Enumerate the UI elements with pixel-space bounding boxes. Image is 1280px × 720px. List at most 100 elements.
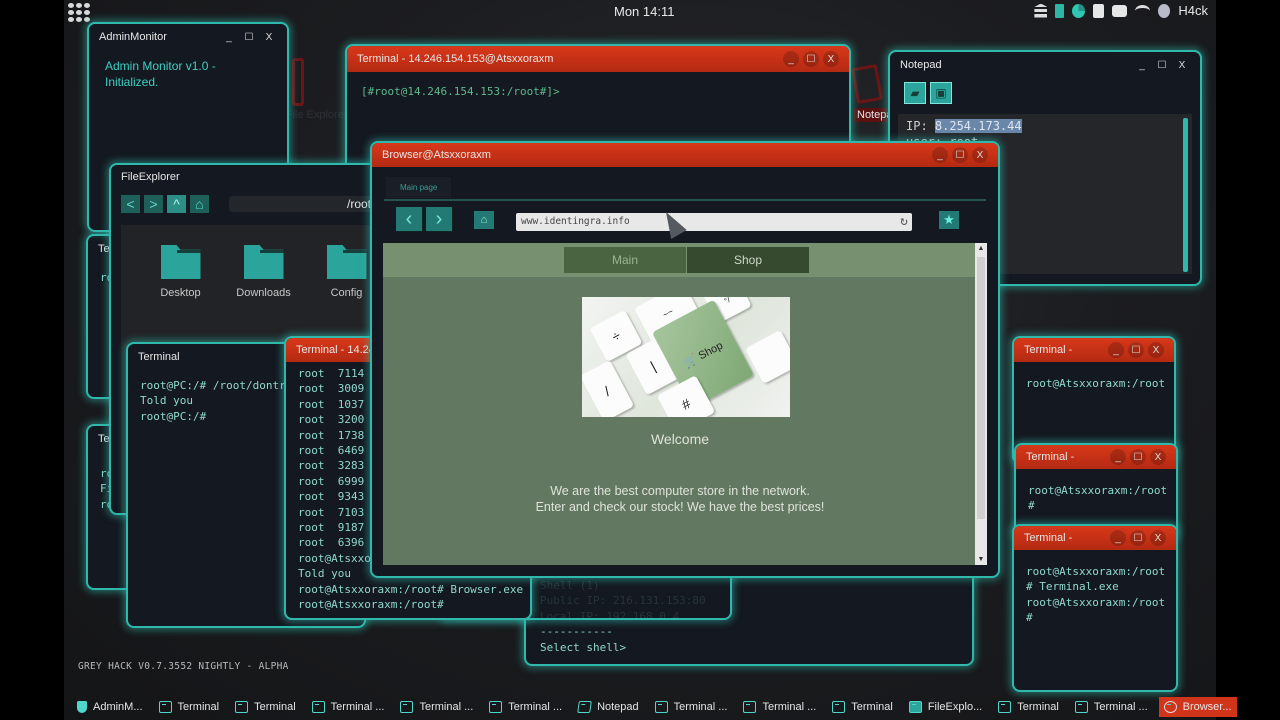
maximize-button[interactable]: ☐ — [1130, 530, 1146, 546]
chat-icon[interactable] — [1112, 4, 1128, 17]
title-bar[interactable]: Terminal - _ ☐ X — [1014, 526, 1176, 550]
minimize-button[interactable]: _ — [1110, 530, 1126, 546]
clock: Mon 14:11 — [614, 4, 675, 19]
minimize-button[interactable]: _ — [1134, 57, 1150, 73]
home-button[interactable]: ⌂ — [474, 211, 494, 229]
close-button[interactable]: X — [1174, 57, 1190, 73]
menu-main[interactable]: Main — [564, 247, 686, 273]
taskbar-item-terminal[interactable]: Terminal ... — [738, 697, 821, 717]
save-icon[interactable]: ▣ — [930, 82, 952, 104]
file-explorer-desktop-icon[interactable] — [292, 58, 304, 106]
maximize-button[interactable]: ☐ — [803, 51, 819, 67]
notepad-desktop-icon[interactable] — [851, 64, 883, 104]
maximize-button[interactable]: ☐ — [952, 147, 968, 163]
wifi-icon[interactable] — [1135, 4, 1151, 17]
close-button[interactable]: X — [1148, 342, 1164, 358]
maximize-button[interactable]: ☐ — [1154, 57, 1170, 73]
notepad-toolbar: ▰ ▣ — [890, 78, 1200, 108]
title-bar[interactable]: Notepad _ ☐ X — [890, 52, 1200, 78]
back-button[interactable]: ‹ — [396, 207, 422, 231]
version-label: GREY HACK V0.7.3552 NIGHTLY - ALPHA — [78, 661, 289, 672]
title-bar[interactable]: Browser@Atsxxoraxm _ ☐ X — [372, 143, 998, 167]
title-bar[interactable]: FileExplorer — [111, 165, 387, 189]
apps-grid-icon[interactable] — [68, 3, 90, 22]
home-button[interactable]: ⌂ — [190, 195, 209, 213]
open-folder-icon[interactable]: ▰ — [904, 82, 926, 104]
close-button[interactable]: X — [261, 29, 277, 45]
terminal-window-right-3[interactable]: Terminal - _ ☐ X root@Atsxxoraxm:/root # … — [1012, 524, 1178, 692]
up-button[interactable]: ^ — [167, 195, 186, 213]
pie-icon[interactable] — [1072, 3, 1086, 18]
taskbar-item-terminal[interactable]: Terminal ... — [650, 697, 733, 717]
terminal-icon — [235, 701, 249, 713]
battery-icon[interactable] — [1055, 3, 1065, 18]
browser-window[interactable]: Browser@Atsxxoraxm _ ☐ X Main page ‹ › ⌂… — [370, 141, 1000, 578]
username[interactable]: H4ck — [1178, 3, 1208, 18]
browser-nav: ‹ › — [396, 207, 452, 231]
terminal-icon — [654, 701, 668, 713]
terminal-icon — [489, 701, 503, 713]
taskbar-item-terminal[interactable]: Terminal ... — [307, 697, 390, 717]
layers-icon[interactable] — [1034, 3, 1048, 18]
terminal-prompt[interactable]: [#root@14.246.154.153:/root#]> — [347, 72, 849, 111]
path-field[interactable]: /root — [229, 196, 377, 212]
close-button[interactable]: X — [972, 147, 988, 163]
terminal-icon — [743, 701, 757, 713]
bookmark-star-icon[interactable]: ★ — [939, 211, 959, 229]
close-button[interactable]: X — [1150, 449, 1166, 465]
menu-shop[interactable]: Shop — [687, 247, 809, 273]
clipboard-icon[interactable] — [1093, 3, 1105, 18]
user-icon[interactable] — [1158, 3, 1171, 18]
welcome-heading: Welcome — [650, 431, 710, 447]
close-button[interactable]: X — [1150, 530, 1166, 546]
notepad-scrollbar[interactable] — [1183, 118, 1188, 272]
taskbar-item-terminal[interactable]: Terminal ... — [484, 697, 567, 717]
file-explorer-toolbar: < > ^ ⌂ /root — [111, 189, 387, 219]
reload-icon[interactable]: ↻ — [900, 213, 908, 231]
selected-text: 8.254.173.44 — [934, 119, 1022, 133]
maximize-button[interactable]: ☐ — [241, 29, 257, 45]
taskbar-item-terminal[interactable]: Terminal — [827, 697, 898, 717]
taskbar-item-terminal[interactable]: Terminal ... — [1070, 697, 1153, 717]
url-input[interactable]: www.identingra.info ↻ — [516, 213, 912, 231]
maximize-button[interactable]: ☐ — [1128, 342, 1144, 358]
title-bar[interactable]: Terminal - 14.246.154.153@Atsxxoraxm _ ☐… — [347, 46, 849, 72]
taskbar-item-notepad[interactable]: Notepad — [573, 697, 644, 717]
scroll-thumb[interactable] — [977, 257, 985, 519]
terminal-icon — [311, 701, 325, 713]
minimize-button[interactable]: _ — [1110, 449, 1126, 465]
taskbar-item-terminal[interactable]: Terminal — [993, 697, 1064, 717]
taskbar-item-browser[interactable]: Browser... — [1158, 697, 1237, 717]
taskbar-item-file-explorer[interactable]: FileExplo... — [904, 697, 987, 717]
forward-button[interactable]: > — [144, 195, 163, 213]
back-button[interactable]: < — [121, 195, 140, 213]
taskbar-item-admin-monitor[interactable]: AdminM... — [72, 697, 148, 717]
tab-main-page[interactable]: Main page — [386, 177, 452, 198]
terminal-output: root@Atsxxoraxm:/root — [1026, 377, 1166, 390]
taskbar-item-terminal[interactable]: Terminal — [230, 697, 301, 717]
taskbar-item-terminal[interactable]: Terminal — [154, 697, 225, 717]
welcome-text: We are the best computer store in the ne… — [535, 484, 825, 514]
taskbar-item-terminal[interactable]: Terminal ... — [395, 697, 478, 717]
title-bar[interactable]: AdminMonitor _ ☐ X — [89, 24, 287, 50]
minimize-button[interactable]: _ — [1108, 342, 1124, 358]
terminal-output: root@Atsxxoraxm:/root # — [1028, 484, 1168, 513]
minimize-button[interactable]: _ — [932, 147, 948, 163]
folder-icon — [160, 245, 201, 279]
terminal-icon — [1074, 701, 1088, 713]
page-scrollbar[interactable]: ▲ ▼ — [975, 243, 987, 565]
close-button[interactable]: X — [823, 51, 839, 67]
title-bar[interactable]: Terminal - _ ☐ X — [1014, 338, 1174, 362]
title-bar[interactable]: Terminal - _ ☐ X — [1016, 445, 1176, 469]
maximize-button[interactable]: ☐ — [1130, 449, 1146, 465]
terminal-icon — [832, 701, 846, 713]
scroll-up-icon[interactable]: ▲ — [975, 245, 987, 252]
notepad-icon — [577, 701, 592, 713]
taskbar: AdminM... Terminal Terminal Terminal ...… — [64, 696, 1243, 718]
folder-icon — [326, 245, 367, 279]
minimize-button[interactable]: _ — [221, 29, 237, 45]
forward-button[interactable]: › — [426, 207, 452, 231]
admin-monitor-status: Admin Monitor v1.0 - Initialized. — [105, 59, 216, 89]
minimize-button[interactable]: _ — [783, 51, 799, 67]
scroll-down-icon[interactable]: ▼ — [975, 556, 987, 563]
